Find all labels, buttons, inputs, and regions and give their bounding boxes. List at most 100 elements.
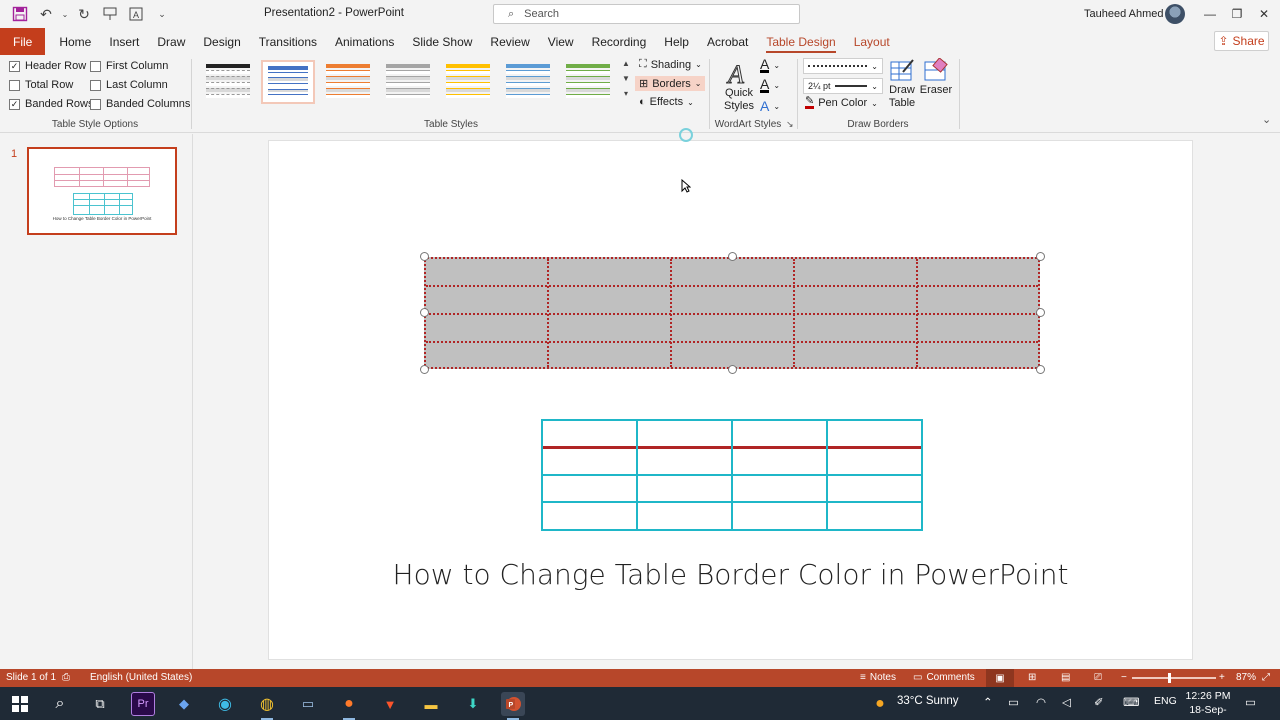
file-explorer-icon[interactable]: ▬: [419, 692, 443, 716]
pen-color-button[interactable]: ✎ Pen Color ⌄: [805, 96, 878, 109]
weather-text[interactable]: 33°C Sunny: [897, 695, 959, 707]
accessibility-icon[interactable]: ⎙: [62, 672, 70, 683]
chrome-icon[interactable]: ◍: [255, 692, 279, 720]
resize-handle[interactable]: [1036, 365, 1045, 374]
text-box-icon[interactable]: A: [124, 2, 148, 26]
table-style-swatch[interactable]: [321, 60, 375, 104]
tab-layout[interactable]: Layout: [845, 28, 899, 55]
minimize-icon[interactable]: —: [1198, 4, 1222, 24]
dialog-launcher-icon[interactable]: ↘: [786, 119, 794, 130]
avatar[interactable]: [1165, 4, 1185, 24]
table-style-swatch[interactable]: [201, 60, 255, 104]
selected-table[interactable]: [424, 257, 1040, 369]
save-icon[interactable]: [8, 2, 32, 26]
tab-view[interactable]: View: [539, 28, 583, 55]
resize-handle[interactable]: [420, 365, 429, 374]
slide-sorter-icon[interactable]: ⊞: [1028, 672, 1036, 683]
draw-table-button[interactable]: Draw Table: [887, 58, 917, 110]
brave-icon[interactable]: ▼: [378, 692, 402, 716]
slide-thumbnail[interactable]: How to Change Table Border Color in Powe…: [27, 147, 177, 235]
eraser-button[interactable]: Eraser: [920, 58, 952, 97]
system-clock[interactable]: 12:26 PM 18-Sep-25: [1184, 689, 1232, 720]
undo-dropdown-icon[interactable]: ⌄: [60, 2, 70, 26]
tab-acrobat[interactable]: Acrobat: [698, 28, 757, 55]
first-column-checkbox[interactable]: First Column: [90, 60, 168, 72]
tab-home[interactable]: Home: [45, 28, 100, 55]
total-row-checkbox[interactable]: Total Row: [9, 79, 73, 91]
table-style-swatch[interactable]: [561, 60, 615, 104]
text-effects-button[interactable]: A ⌄: [760, 98, 780, 114]
weather-sun-icon[interactable]: ●: [868, 692, 892, 716]
edge-icon[interactable]: ◉: [213, 692, 237, 716]
undo-icon[interactable]: ↶: [34, 2, 58, 26]
close-icon[interactable]: ✕: [1252, 4, 1276, 24]
tab-animations[interactable]: Animations: [326, 28, 403, 55]
reading-view-icon[interactable]: ▤: [1061, 672, 1070, 683]
present-from-start-icon[interactable]: [98, 2, 122, 26]
resize-handle[interactable]: [1036, 308, 1045, 317]
gallery-down-icon[interactable]: ▼: [622, 74, 630, 83]
quick-styles-button[interactable]: A Quick Styles: [722, 59, 756, 113]
banded-columns-checkbox[interactable]: Banded Columns: [90, 98, 190, 110]
zoom-level[interactable]: 87%: [1236, 672, 1256, 683]
tab-design[interactable]: Design: [194, 28, 249, 55]
pen-weight-dropdown[interactable]: 2¼ pt ⌄: [803, 78, 883, 94]
tab-recording[interactable]: Recording: [583, 28, 656, 55]
zoom-slider[interactable]: [1132, 677, 1216, 679]
zoom-out-icon[interactable]: −: [1121, 672, 1127, 683]
collapse-ribbon-icon[interactable]: ⌄: [1262, 113, 1271, 126]
remote-desktop-icon[interactable]: ▭: [296, 692, 320, 716]
second-table[interactable]: [541, 419, 923, 531]
slide-title[interactable]: How to Change Table Border Color in Powe…: [268, 558, 1193, 591]
zoom-in-icon[interactable]: +: [1219, 672, 1225, 683]
header-row-checkbox[interactable]: ✓ Header Row: [9, 60, 86, 72]
teams-icon[interactable]: ◆: [172, 692, 196, 716]
table-style-swatch[interactable]: [441, 60, 495, 104]
redo-icon[interactable]: ↻: [72, 2, 96, 26]
task-view-icon[interactable]: ⧉: [88, 692, 112, 716]
tab-table-design[interactable]: Table Design: [757, 28, 844, 55]
search-icon[interactable]: ⌕: [48, 692, 72, 716]
windows-start-icon[interactable]: [8, 692, 32, 716]
tab-transitions[interactable]: Transitions: [250, 28, 326, 55]
shading-button[interactable]: ⛶ Shading ⌄: [639, 58, 702, 71]
table-style-swatch[interactable]: [501, 60, 555, 104]
wifi-icon[interactable]: ◠: [1036, 695, 1046, 709]
notes-button[interactable]: ≡ Notes: [860, 672, 896, 683]
resize-handle[interactable]: [728, 252, 737, 261]
battery-icon[interactable]: ▭: [1008, 695, 1019, 709]
show-hidden-icons-icon[interactable]: ⌃: [983, 695, 993, 709]
download-app-icon[interactable]: ⬇: [461, 692, 485, 716]
resize-handle[interactable]: [1036, 252, 1045, 261]
input-language[interactable]: ENG: [1154, 695, 1177, 707]
notification-icon[interactable]: ▭: [1245, 695, 1256, 709]
tab-slide-show[interactable]: Slide Show: [403, 28, 481, 55]
restore-icon[interactable]: ❐: [1225, 4, 1249, 24]
borders-button[interactable]: ⊞ Borders ⌄: [635, 76, 706, 91]
tab-file[interactable]: File: [0, 28, 46, 55]
tab-review[interactable]: Review: [481, 28, 538, 55]
customize-toolbar-icon[interactable]: ⌄: [150, 2, 174, 26]
search-input[interactable]: ⌕ Search: [493, 4, 800, 24]
resize-handle[interactable]: [420, 308, 429, 317]
banded-rows-checkbox[interactable]: ✓ Banded Rows: [9, 98, 94, 110]
fit-slide-icon[interactable]: ⤢: [1262, 672, 1270, 683]
effects-button[interactable]: ◐ Effects ⌄: [639, 96, 694, 108]
tab-draw[interactable]: Draw: [148, 28, 194, 55]
text-fill-button[interactable]: A ⌄: [760, 57, 780, 73]
comments-button[interactable]: ▭ Comments: [913, 672, 975, 683]
firefox-icon[interactable]: ●: [337, 692, 361, 720]
normal-view-icon[interactable]: ▣: [986, 669, 1014, 687]
keyboard-icon[interactable]: ⌨: [1123, 695, 1140, 709]
resize-handle[interactable]: [420, 252, 429, 261]
gallery-up-icon[interactable]: ▲: [622, 59, 630, 68]
text-outline-button[interactable]: A ⌄: [760, 77, 780, 93]
language-status[interactable]: English (United States): [90, 672, 192, 683]
volume-icon[interactable]: ◁: [1062, 695, 1071, 709]
share-button[interactable]: ⇪ Share: [1214, 31, 1269, 51]
resize-handle[interactable]: [728, 365, 737, 374]
table-style-swatch[interactable]: [381, 60, 435, 104]
table-style-swatch[interactable]: [261, 60, 315, 104]
zoom-slider-thumb[interactable]: [1168, 673, 1171, 683]
pen-style-dropdown[interactable]: ⌄: [803, 58, 883, 74]
